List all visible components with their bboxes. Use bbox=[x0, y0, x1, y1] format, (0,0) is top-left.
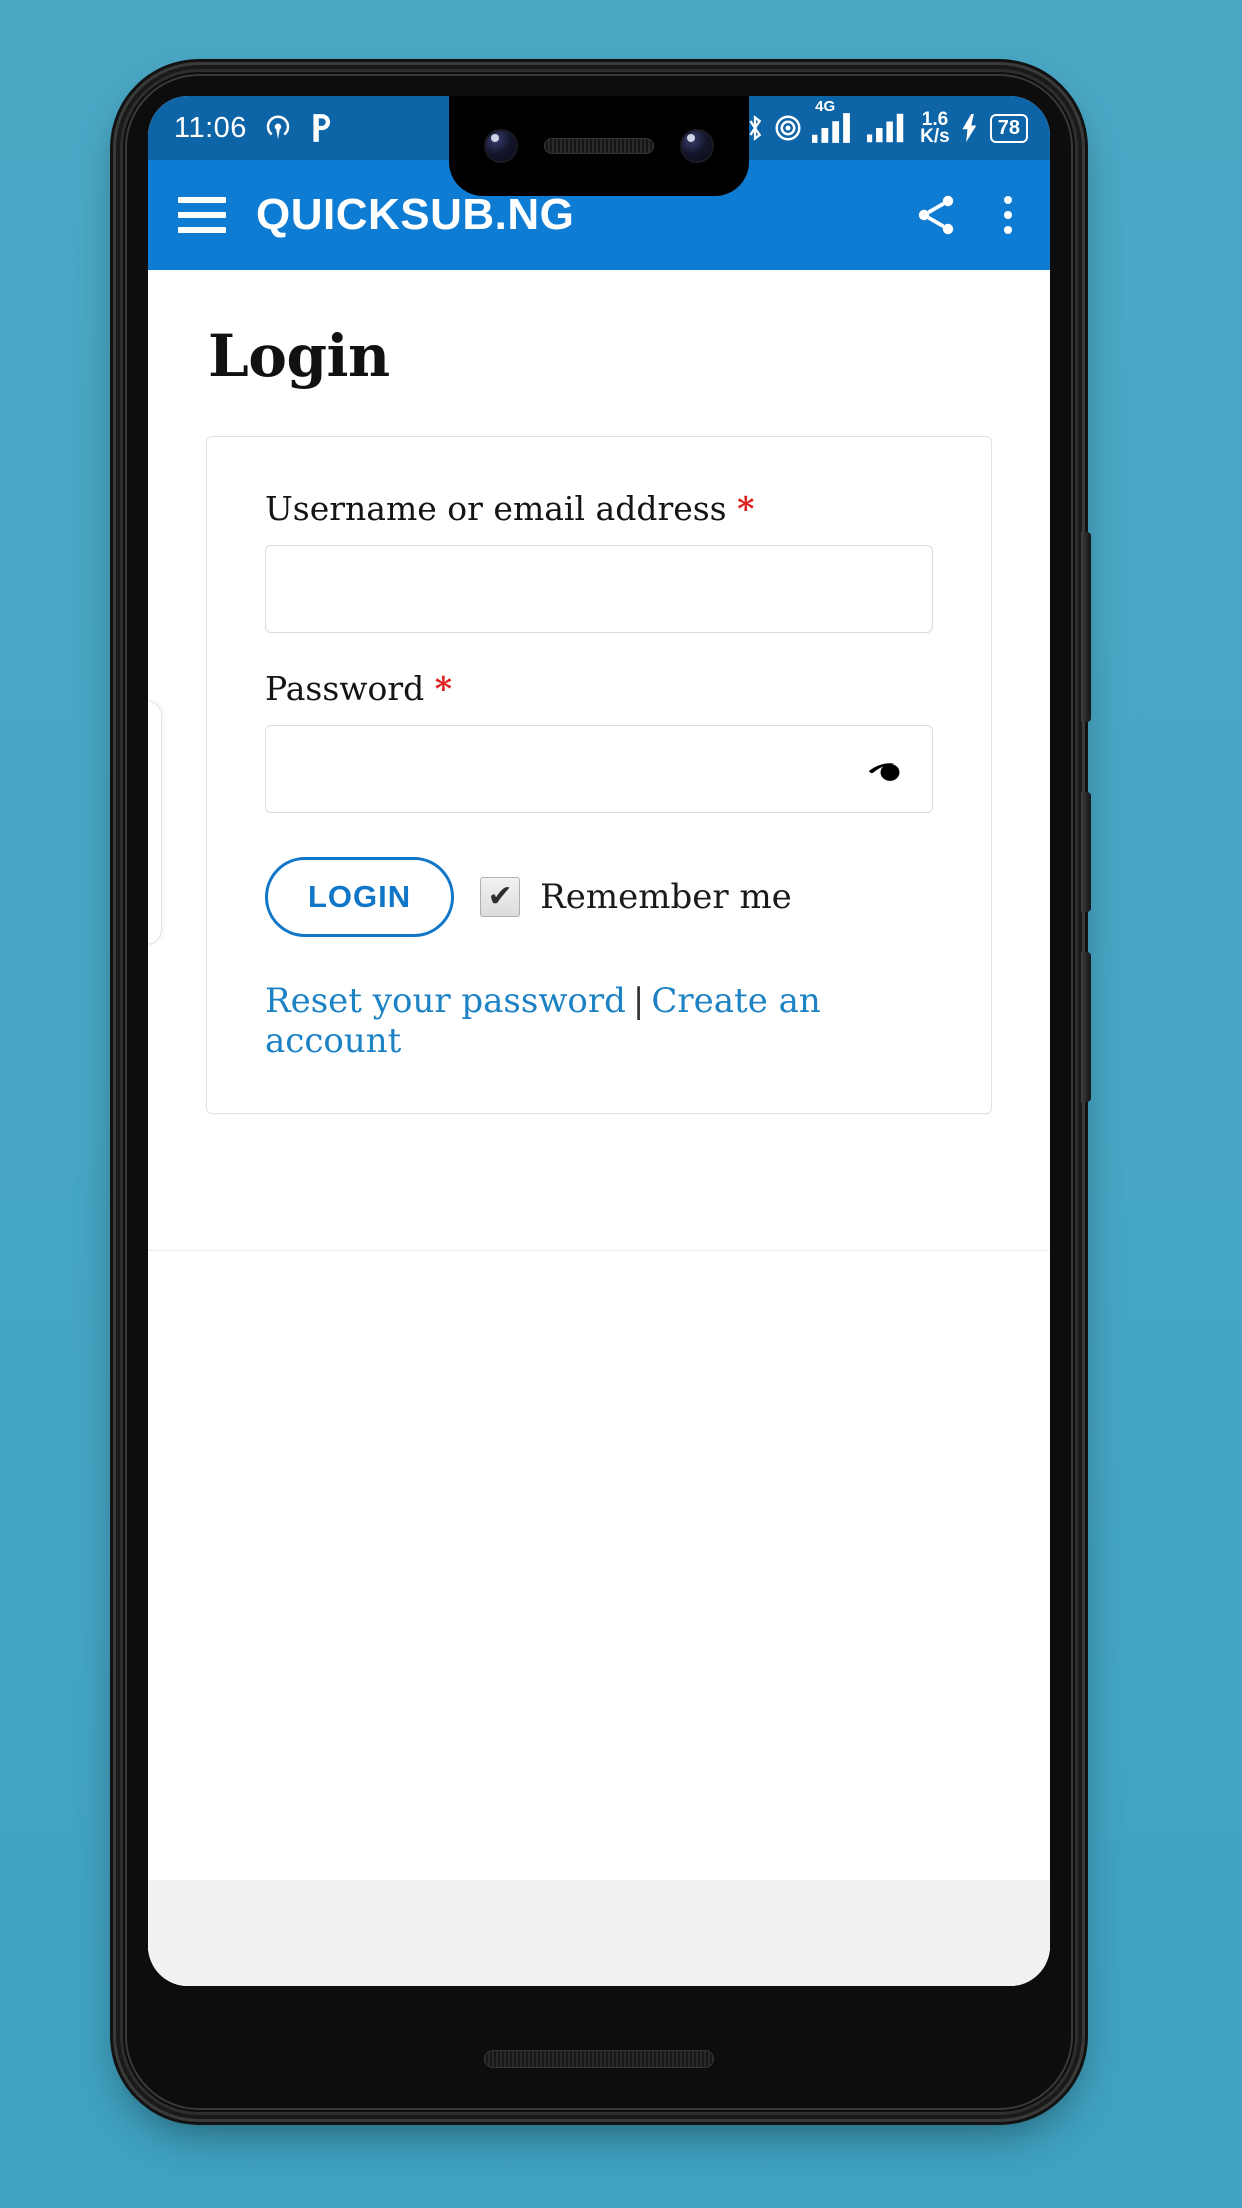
power-button[interactable] bbox=[1081, 792, 1091, 912]
front-camera-secondary-icon bbox=[680, 129, 714, 163]
links-separator: | bbox=[632, 981, 645, 1021]
earpiece-speaker bbox=[544, 138, 654, 154]
bottom-speaker-grille bbox=[484, 2050, 714, 2068]
auth-links-row: Reset your password | Create an account bbox=[265, 981, 933, 1061]
edge-swipe-tab[interactable] bbox=[148, 700, 162, 945]
secondary-side-button[interactable] bbox=[1081, 952, 1091, 1102]
password-input[interactable] bbox=[265, 725, 933, 813]
reset-password-link[interactable]: Reset your password bbox=[265, 981, 626, 1021]
remember-me-control[interactable]: ✔ Remember me bbox=[480, 877, 792, 917]
p-app-icon bbox=[313, 114, 330, 142]
status-bar-left: 11:06 bbox=[148, 112, 335, 145]
footer-block bbox=[148, 1880, 1050, 1986]
username-label: Username or email address * bbox=[265, 489, 933, 528]
login-card: Username or email address * Password * L… bbox=[206, 436, 992, 1114]
status-bar-right: 4G 1.6 K/s 78 bbox=[746, 98, 1050, 147]
username-label-text: Username or email address bbox=[265, 489, 727, 528]
signal-icon bbox=[867, 113, 904, 143]
section-divider bbox=[148, 1250, 1050, 1251]
hotspot-icon-right bbox=[775, 115, 801, 141]
password-label-text: Password bbox=[265, 669, 425, 708]
front-camera-icon bbox=[484, 129, 518, 163]
field-password: Password * bbox=[265, 669, 933, 813]
app-bar-actions bbox=[912, 191, 1020, 239]
hotspot-icon bbox=[266, 115, 290, 140]
remember-me-checkbox[interactable]: ✔ bbox=[480, 877, 521, 917]
remember-me-label: Remember me bbox=[540, 877, 792, 917]
password-input-wrapper bbox=[265, 725, 933, 813]
page-content: Login Username or email address * Passwo… bbox=[148, 270, 1050, 1986]
signal-4g-icon bbox=[812, 113, 851, 143]
status-clock: 11:06 bbox=[174, 111, 247, 144]
overflow-menu-icon[interactable] bbox=[1004, 196, 1012, 234]
phone-device: 11:06 4G 1.6 K/s 78 QUICKSUB.NG Login Us… bbox=[123, 72, 1091, 2112]
hamburger-menu-icon[interactable] bbox=[178, 197, 226, 233]
charging-bolt-icon bbox=[962, 114, 977, 142]
volume-button[interactable] bbox=[1081, 532, 1091, 722]
camera-notch bbox=[449, 96, 749, 196]
login-button[interactable]: LOGIN bbox=[265, 857, 455, 937]
eye-icon[interactable] bbox=[867, 746, 913, 792]
page-title: Login bbox=[208, 322, 390, 390]
share-icon[interactable] bbox=[912, 191, 960, 239]
password-label: Password * bbox=[265, 669, 933, 708]
network-type-label: 4G bbox=[815, 98, 836, 115]
field-username: Username or email address * bbox=[265, 489, 933, 633]
network-speed-unit: K/s bbox=[920, 126, 950, 147]
battery-indicator: 78 bbox=[989, 113, 1028, 143]
phone-screen: 11:06 4G 1.6 K/s 78 QUICKSUB.NG Login Us… bbox=[148, 96, 1050, 1986]
password-required-marker: * bbox=[434, 669, 453, 708]
username-required-marker: * bbox=[737, 489, 755, 528]
login-action-row: LOGIN ✔ Remember me bbox=[265, 857, 933, 937]
checkmark-icon: ✔ bbox=[487, 880, 513, 913]
app-title: QUICKSUB.NG bbox=[256, 190, 575, 239]
username-input[interactable] bbox=[265, 545, 933, 633]
network-speed-indicator: 1.6 K/s bbox=[920, 109, 950, 147]
